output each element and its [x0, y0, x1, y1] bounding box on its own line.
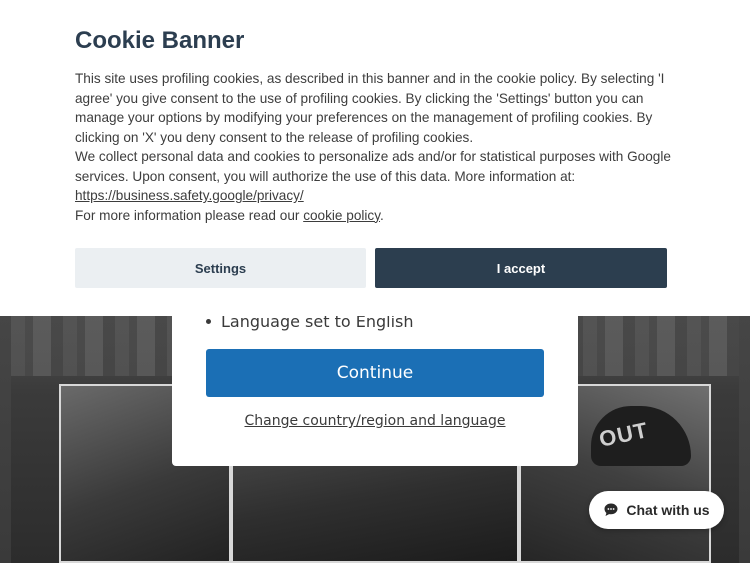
settings-button[interactable]: Settings — [75, 248, 366, 288]
cookie-banner: Cookie Banner This site uses profiling c… — [0, 0, 750, 316]
more-info-suffix: . — [380, 207, 384, 223]
cookie-paragraph-more-info: For more information please read our coo… — [75, 206, 685, 226]
cookie-banner-text: This site uses profiling cookies, as des… — [75, 69, 685, 225]
accept-button[interactable]: I accept — [375, 248, 667, 288]
chat-button[interactable]: Chat with us — [589, 491, 724, 529]
chat-bubble-icon — [603, 502, 619, 518]
cookie-banner-title: Cookie Banner — [75, 27, 245, 54]
change-region-link[interactable]: Change country/region and language — [172, 413, 578, 429]
privacy-link[interactable]: https://business.safety.google/privacy/ — [75, 188, 304, 203]
chat-label: Chat with us — [626, 502, 710, 518]
continue-button[interactable]: Continue — [206, 349, 544, 397]
more-info-prefix: For more information please read our — [75, 207, 304, 223]
cookie-paragraph-google: We collect personal data and cookies to … — [75, 147, 685, 206]
google-data-text: We collect personal data and cookies to … — [75, 149, 671, 184]
cookie-paragraph-profiling: This site uses profiling cookies, as des… — [75, 71, 665, 145]
cookie-policy-link[interactable]: cookie policy — [303, 208, 380, 223]
